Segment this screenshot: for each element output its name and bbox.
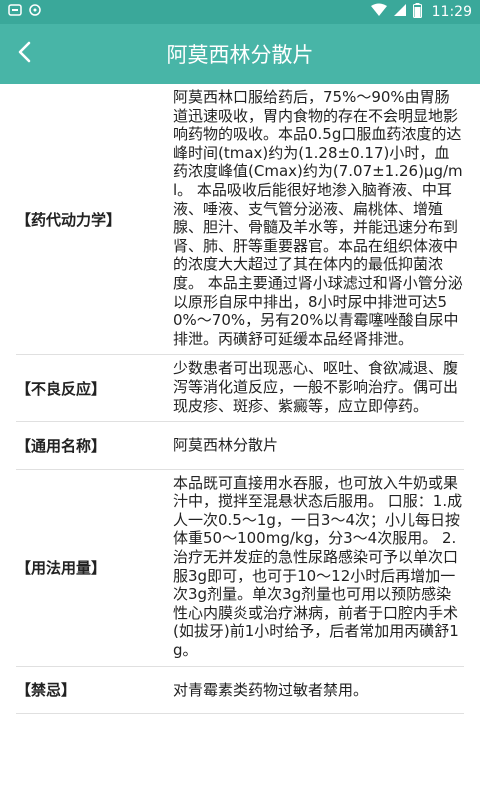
- status-right-icons: 11:29: [370, 2, 472, 22]
- drug-info-table: 【药代动力学】 阿莫西林口服给药后，75%～90%由胃肠道迅速吸收，胃内食物的存…: [16, 84, 464, 715]
- row-pharmacokinetics: 【药代动力学】 阿莫西林口服给药后，75%～90%由胃肠道迅速吸收，胃内食物的存…: [16, 84, 464, 356]
- notification-icon: [8, 3, 22, 21]
- battery-icon: [412, 2, 422, 22]
- sync-icon: [28, 3, 42, 21]
- status-left-icons: [8, 3, 42, 21]
- page-title: 阿莫西林分散片: [166, 43, 314, 67]
- row-adverse-reactions: 【不良反应】 少数患者可出现恶心、呕吐、食欲减退、腹泻等消化道反应，一般不影响治…: [16, 355, 464, 423]
- row-label: 【用法用量】: [16, 559, 107, 578]
- row-contraindications: 【禁忌】 对青霉素类药物过敏者禁用。: [16, 667, 464, 715]
- row-label: 【禁忌】: [16, 681, 77, 700]
- row-generic-name: 【通用名称】 阿莫西林分散片: [16, 422, 464, 470]
- row-label: 【不良反应】: [16, 379, 107, 398]
- row-label: 【药代动力学】: [16, 210, 122, 229]
- row-value: 阿莫西林口服给药后，75%～90%由胃肠道迅速吸收，胃内食物的存在不会明显地影响…: [173, 88, 463, 348]
- status-time: 11:29: [431, 4, 472, 20]
- row-value: 少数患者可出现恶心、呕吐、食欲减退、腹泻等消化道反应，一般不影响治疗。偶可出现皮…: [173, 359, 459, 415]
- wifi-icon: [370, 3, 387, 21]
- status-bar: 11:29: [0, 0, 480, 24]
- app-bar: 阿莫西林分散片: [0, 24, 480, 84]
- back-button[interactable]: [0, 24, 48, 84]
- row-value: 对青霉素类药物过敏者禁用。: [173, 680, 369, 699]
- row-dosage: 【用法用量】 本品既可直接用水吞服，也可放入牛奶或果汁中，搅拌至混悬状态后服用。…: [16, 470, 464, 667]
- row-label: 【通用名称】: [16, 436, 107, 455]
- row-value: 本品既可直接用水吞服，也可放入牛奶或果汁中，搅拌至混悬状态后服用。 口服：1.成…: [173, 473, 463, 660]
- back-arrow-icon: [17, 41, 31, 67]
- row-value: 阿莫西林分散片: [173, 436, 279, 455]
- signal-icon: [393, 3, 407, 21]
